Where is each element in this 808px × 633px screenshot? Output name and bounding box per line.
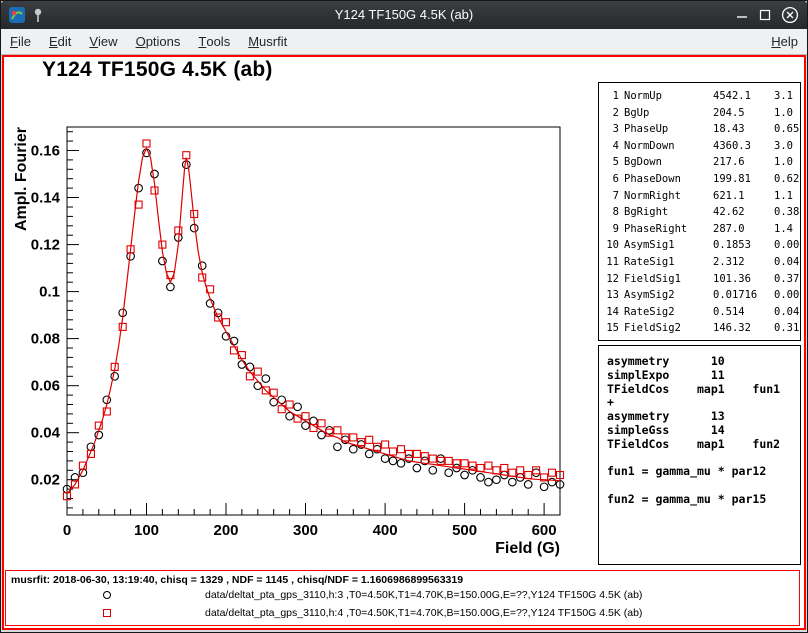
legend-entry-2: data/deltat_pta_gps_3110,h:4 ,T0=4.50K,T… (6, 604, 799, 622)
window-title: Y124 TF150G 4.5K (ab) (1, 1, 807, 29)
minimize-button[interactable] (735, 8, 749, 22)
svg-text:0.1: 0.1 (39, 284, 60, 301)
svg-text:0.14: 0.14 (31, 190, 61, 207)
menu-view[interactable]: View (80, 29, 126, 54)
svg-text:0.06: 0.06 (31, 378, 60, 395)
stats-rows: 1NormUp4542.13.12BgUp204.51.03PhaseUp18.… (599, 88, 800, 337)
legend-text-1: data/deltat_pta_gps_3110,h:3 ,T0=4.50K,T… (205, 589, 642, 601)
root-canvas[interactable]: 0 100 200 300 400 500 600 0.02 0.04 0.06 0.08 0.1 0.… (2, 55, 806, 630)
pin-icon[interactable] (32, 8, 44, 23)
svg-text:500: 500 (452, 522, 477, 539)
svg-text:Ampl. Fourier: Ampl. Fourier (13, 127, 30, 231)
svg-text:300: 300 (293, 522, 318, 539)
menu-spacer (296, 29, 762, 54)
svg-text:Field (G): Field (G) (495, 540, 560, 557)
stat-row: 1NormUp4542.13.1 (599, 88, 800, 105)
stat-row: 3PhaseUp18.430.65 (599, 121, 800, 138)
theory-panel: asymmetry 10 simplExpo 11 TFieldCos map1… (598, 345, 801, 565)
svg-text:0: 0 (63, 522, 71, 539)
close-button[interactable] (781, 6, 799, 24)
legend-pad: musrfit: 2018-06-30, 13:19:40, chisq = 1… (5, 570, 800, 626)
svg-text:200: 200 (213, 522, 238, 539)
svg-text:0.12: 0.12 (31, 237, 60, 254)
menu-options[interactable]: Options (127, 29, 190, 54)
stat-row: 14RateSig20.5140.045 (599, 304, 800, 321)
open-circle-icon (103, 591, 111, 599)
svg-text:0.16: 0.16 (31, 143, 60, 160)
svg-text:600: 600 (532, 522, 557, 539)
stat-row: 12FieldSig1101.360.37 (599, 271, 800, 288)
theory-text: asymmetry 10 simplExpo 11 TFieldCos map1… (599, 346, 800, 507)
svg-text:0.04: 0.04 (31, 425, 61, 442)
menu-musrfit[interactable]: Musrfit (239, 29, 296, 54)
stat-row: 8BgRight42.620.38 (599, 204, 800, 221)
menu-help[interactable]: Help (762, 29, 807, 54)
svg-text:400: 400 (373, 522, 398, 539)
stat-row: 13AsymSig20.017160.00098 (599, 287, 800, 304)
app-icon[interactable] (9, 7, 25, 23)
stat-row: 4NormDown4360.33.0 (599, 138, 800, 155)
stat-row: 5BgDown217.61.0 (599, 154, 800, 171)
menu-file[interactable]: File (1, 29, 40, 54)
titlebar: Y124 TF150G 4.5K (ab) (1, 1, 807, 29)
maximize-button[interactable] (758, 8, 772, 22)
svg-text:0.02: 0.02 (31, 472, 60, 489)
fourier-plot[interactable]: 0 100 200 300 400 500 600 0.02 0.04 0.06 0.08 0.1 0.… (4, 57, 598, 569)
application-window: Y124 TF150G 4.5K (ab) File Edit View Opt… (0, 0, 808, 633)
stat-row: 9PhaseRight287.01.4 (599, 221, 800, 238)
stat-row: 11RateSig12.3120.043 (599, 254, 800, 271)
stat-row: 15FieldSig2146.320.31 (599, 320, 800, 337)
menu-edit[interactable]: Edit (40, 29, 80, 54)
svg-text:100: 100 (134, 522, 159, 539)
stat-row: 2BgUp204.51.0 (599, 105, 800, 122)
fit-parameters-panel: 1NormUp4542.13.12BgUp204.51.03PhaseUp18.… (598, 82, 801, 341)
legend-text-2: data/deltat_pta_gps_3110,h:4 ,T0=4.50K,T… (205, 607, 642, 619)
svg-text:0.08: 0.08 (31, 331, 60, 348)
stat-row: 6PhaseDown199.810.62 (599, 171, 800, 188)
menubar: File Edit View Options Tools Musrfit Hel… (1, 29, 807, 55)
legend-entry-1: data/deltat_pta_gps_3110,h:3 ,T0=4.50K,T… (6, 586, 799, 604)
stat-row: 7NormRight621.11.1 (599, 188, 800, 205)
menu-tools[interactable]: Tools (189, 29, 239, 54)
plot-title: Y124 TF150G 4.5K (ab) (42, 58, 273, 82)
open-square-icon (103, 609, 111, 617)
fit-info: musrfit: 2018-06-30, 13:19:40, chisq = 1… (6, 571, 799, 586)
stat-row: 10AsymSig10.18530.0028 (599, 237, 800, 254)
